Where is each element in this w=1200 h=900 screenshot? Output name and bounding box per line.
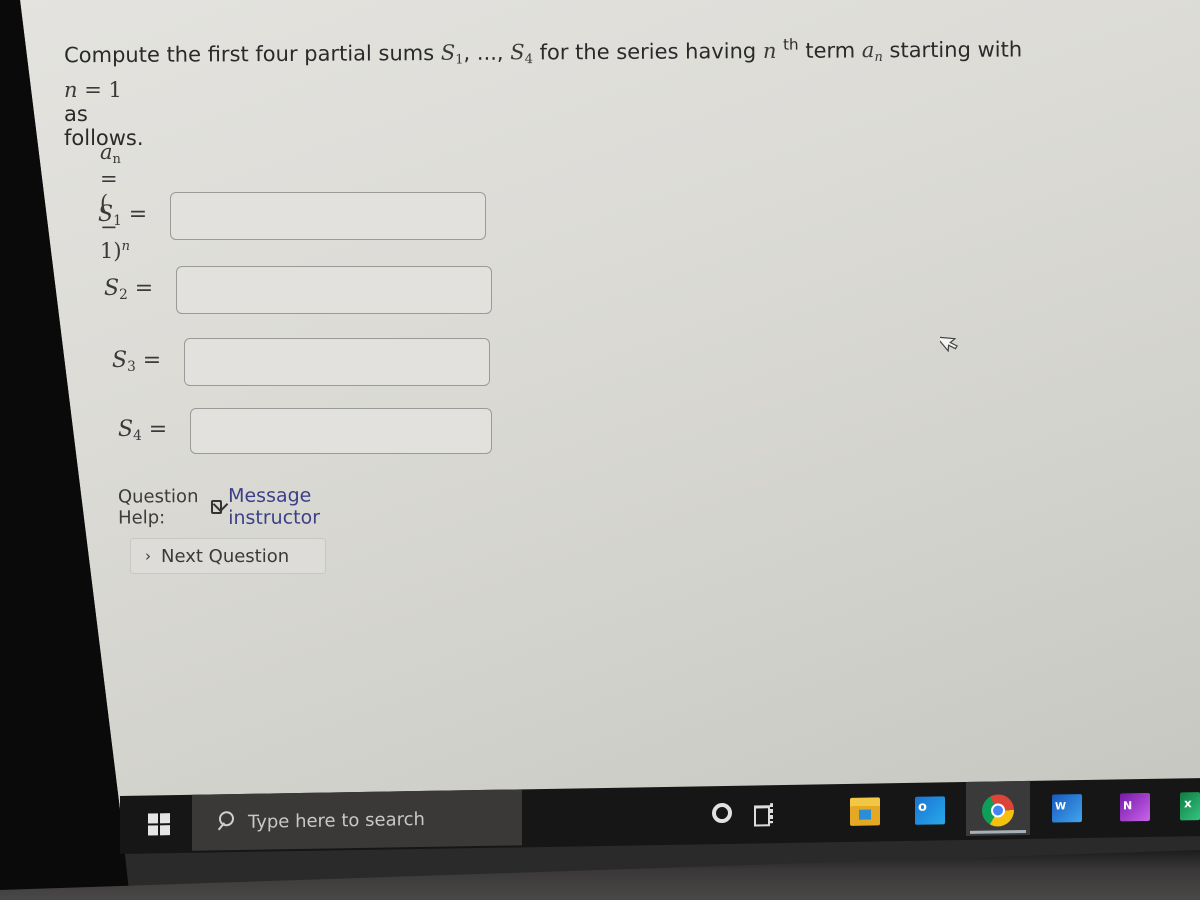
prompt-text: for the series having <box>532 39 763 65</box>
s4-label: S4 = <box>118 417 168 445</box>
partial-sum-row-2: S2 = <box>104 266 492 314</box>
windows-logo-icon <box>148 813 158 824</box>
n-variable: n <box>762 38 777 64</box>
prompt-text: Compute the first four partial sums <box>64 41 441 68</box>
windows-logo-icon <box>160 825 170 836</box>
taskbar-search-box[interactable]: Type here to search <box>192 789 522 851</box>
question-help-label: Question Help: <box>117 486 199 529</box>
message-instructor-link[interactable]: Message instructor <box>228 484 326 529</box>
s4-symbol: S4 <box>510 40 534 68</box>
file-explorer-icon[interactable] <box>850 797 880 826</box>
s3-input[interactable] <box>184 338 490 386</box>
s2-label: S2 = <box>104 276 154 304</box>
search-placeholder: Type here to search <box>248 808 425 833</box>
onenote-icon[interactable] <box>1120 792 1150 822</box>
excel-icon[interactable] <box>1180 792 1200 821</box>
formula-lhs-sub: n <box>112 151 121 167</box>
s1-label: S1 = <box>98 202 148 230</box>
word-icon[interactable] <box>1052 794 1082 823</box>
windows-logo-icon <box>148 825 158 836</box>
task-view-icon[interactable] <box>754 801 778 825</box>
prompt-text: starting with <box>882 37 1023 63</box>
ellipsis: , ..., <box>463 40 511 65</box>
windows-start-button[interactable] <box>148 813 170 836</box>
search-icon <box>216 811 234 833</box>
question-prompt: Compute the first four partial sums S1, … <box>64 34 1124 71</box>
partial-sum-row-3: S3 = <box>112 338 490 386</box>
s1-input[interactable] <box>170 192 486 240</box>
s1-symbol: S1 <box>440 40 464 68</box>
chevron-right-icon: › <box>145 547 151 565</box>
th-superscript: th <box>783 35 799 54</box>
cortana-icon[interactable] <box>712 802 732 824</box>
partial-sum-row-4: S4 = <box>118 408 492 454</box>
equals-one: = 1 <box>77 78 122 102</box>
s3-label: S3 = <box>112 348 162 376</box>
prompt-text: term <box>798 38 862 63</box>
n-variable: n <box>64 78 78 102</box>
s4-input[interactable] <box>190 408 492 454</box>
outlook-icon[interactable] <box>915 796 945 825</box>
next-question-button[interactable]: › Next Question <box>130 538 326 574</box>
next-question-label: Next Question <box>161 545 290 567</box>
windows-logo-icon <box>160 813 170 824</box>
partial-sum-row-1: S1 = <box>98 192 486 240</box>
formula-lhs: a <box>100 140 113 164</box>
desk-surface <box>0 850 1200 900</box>
s2-input[interactable] <box>176 266 492 314</box>
mail-icon[interactable] <box>210 500 223 515</box>
mouse-cursor-icon <box>940 336 958 353</box>
question-help: Question Help: Message instructor <box>118 484 327 529</box>
formula-exponent: n <box>121 239 130 255</box>
an-symbol: an <box>861 38 883 66</box>
